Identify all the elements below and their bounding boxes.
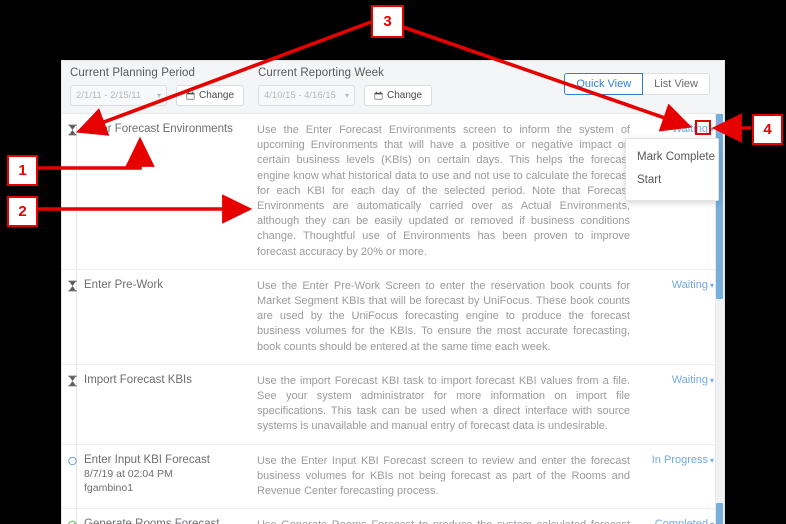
annotation-highlight-box (695, 120, 711, 135)
check-circle-icon (68, 520, 77, 524)
planning-period-date-select[interactable]: 2/1/11 - 2/15/11 ▾ (70, 85, 167, 106)
hourglass-icon (68, 124, 77, 136)
task-timestamp: 8/7/19 at 02:04 PM (84, 467, 173, 480)
chevron-down-icon[interactable]: ▾ (710, 456, 714, 465)
reporting-week-label: Current Reporting Week (258, 67, 384, 79)
toolbar: Current Planning Period 2/1/11 - 2/15/11… (62, 61, 724, 114)
reporting-week-change-button[interactable]: Change (364, 85, 433, 106)
view-switch: Quick View List View (564, 73, 710, 95)
planning-period-label: Current Planning Period (70, 67, 196, 79)
task-title: Enter Forecast Environments (84, 123, 233, 135)
reporting-week-date-select[interactable]: 4/10/15 - 4/16/15 ▾ (258, 85, 355, 106)
task-description: Use the Enter Pre-Work Screen to enter t… (257, 279, 630, 353)
chevron-down-icon[interactable]: ▾ (710, 281, 714, 290)
task-left-column: Enter Input KBI Forecast 8/7/19 at 02:04… (62, 454, 257, 500)
table-row[interactable]: Enter Pre-Work Use the Enter Pre-Work Sc… (62, 270, 724, 365)
menu-item-start[interactable]: Start (626, 169, 718, 192)
task-title: Generate Rooms Forecast (84, 518, 220, 524)
task-left-column: Import Forecast KBIs (62, 374, 257, 435)
task-title: Enter Pre-Work (84, 278, 164, 291)
task-left-column: Enter Pre-Work (62, 279, 257, 355)
table-row[interactable]: Generate Rooms Forecast Use Generate Roo… (62, 509, 724, 524)
chevron-down-icon: ▾ (156, 90, 161, 100)
status-badge[interactable]: Completed▾ (642, 518, 724, 524)
status-label: Completed (655, 518, 708, 524)
chevron-down-icon[interactable]: ▾ (710, 520, 714, 524)
reporting-week-change-label: Change (387, 90, 423, 101)
table-row[interactable]: Enter Input KBI Forecast 8/7/19 at 02:04… (62, 445, 724, 510)
hourglass-icon (68, 280, 77, 292)
task-title: Import Forecast KBIs (84, 373, 193, 386)
task-description: Use Generate Rooms Forecast to produce t… (257, 518, 642, 524)
status-badge[interactable]: In Progress ▾ (642, 454, 724, 500)
status-label: Waiting (671, 278, 708, 291)
status-label: Waiting (671, 373, 708, 386)
circle-outline-icon (68, 456, 77, 465)
task-user: fgambino1 (84, 481, 134, 494)
app-window: Current Planning Period 2/1/11 - 2/15/11… (62, 61, 724, 524)
status-dropdown-menu[interactable]: Mark Complete Start (625, 138, 719, 201)
menu-item-mark-complete[interactable]: Mark Complete (626, 146, 718, 169)
quick-view-button[interactable]: Quick View (564, 73, 644, 95)
reporting-week-group: Current Reporting Week 4/10/15 - 4/16/15… (258, 67, 433, 106)
task-description: Use the Enter Input KBI Forecast screen … (257, 454, 630, 498)
task-left-column: Enter Forecast Environments (62, 123, 257, 260)
chevron-down-icon[interactable]: ▾ (710, 376, 714, 385)
task-left-column: Generate Rooms Forecast (62, 518, 257, 524)
planning-period-change-button[interactable]: Change (176, 85, 245, 106)
annotation-number-2: 2 (7, 196, 38, 227)
planning-period-group: Current Planning Period 2/1/11 - 2/15/11… (70, 67, 245, 106)
annotation-number-4: 4 (752, 114, 783, 145)
planning-period-date-value: 2/1/11 - 2/15/11 (76, 90, 142, 101)
task-description: Use the import Forecast KBI task to impo… (257, 374, 630, 433)
planning-period-change-label: Change (199, 90, 235, 101)
status-label: In Progress (651, 453, 708, 466)
calendar-icon (374, 91, 383, 100)
task-title: Enter Input KBI Forecast (84, 453, 210, 466)
task-description: Use the Enter Forecast Environments scre… (257, 124, 630, 258)
scrollbar-thumb-lower[interactable] (716, 503, 723, 524)
annotation-number-1: 1 (7, 155, 38, 186)
table-row[interactable]: Import Forecast KBIs Use the import Fore… (62, 365, 724, 445)
chevron-down-icon: ▾ (344, 90, 349, 100)
calendar-icon (186, 91, 195, 100)
list-view-button[interactable]: List View (643, 73, 710, 95)
annotation-number-3: 3 (371, 5, 404, 38)
status-badge[interactable]: Waiting ▾ (642, 374, 724, 435)
hourglass-icon (68, 375, 77, 387)
status-badge[interactable]: Waiting ▾ (642, 279, 724, 355)
reporting-week-date-value: 4/10/15 - 4/16/15 (264, 90, 336, 101)
